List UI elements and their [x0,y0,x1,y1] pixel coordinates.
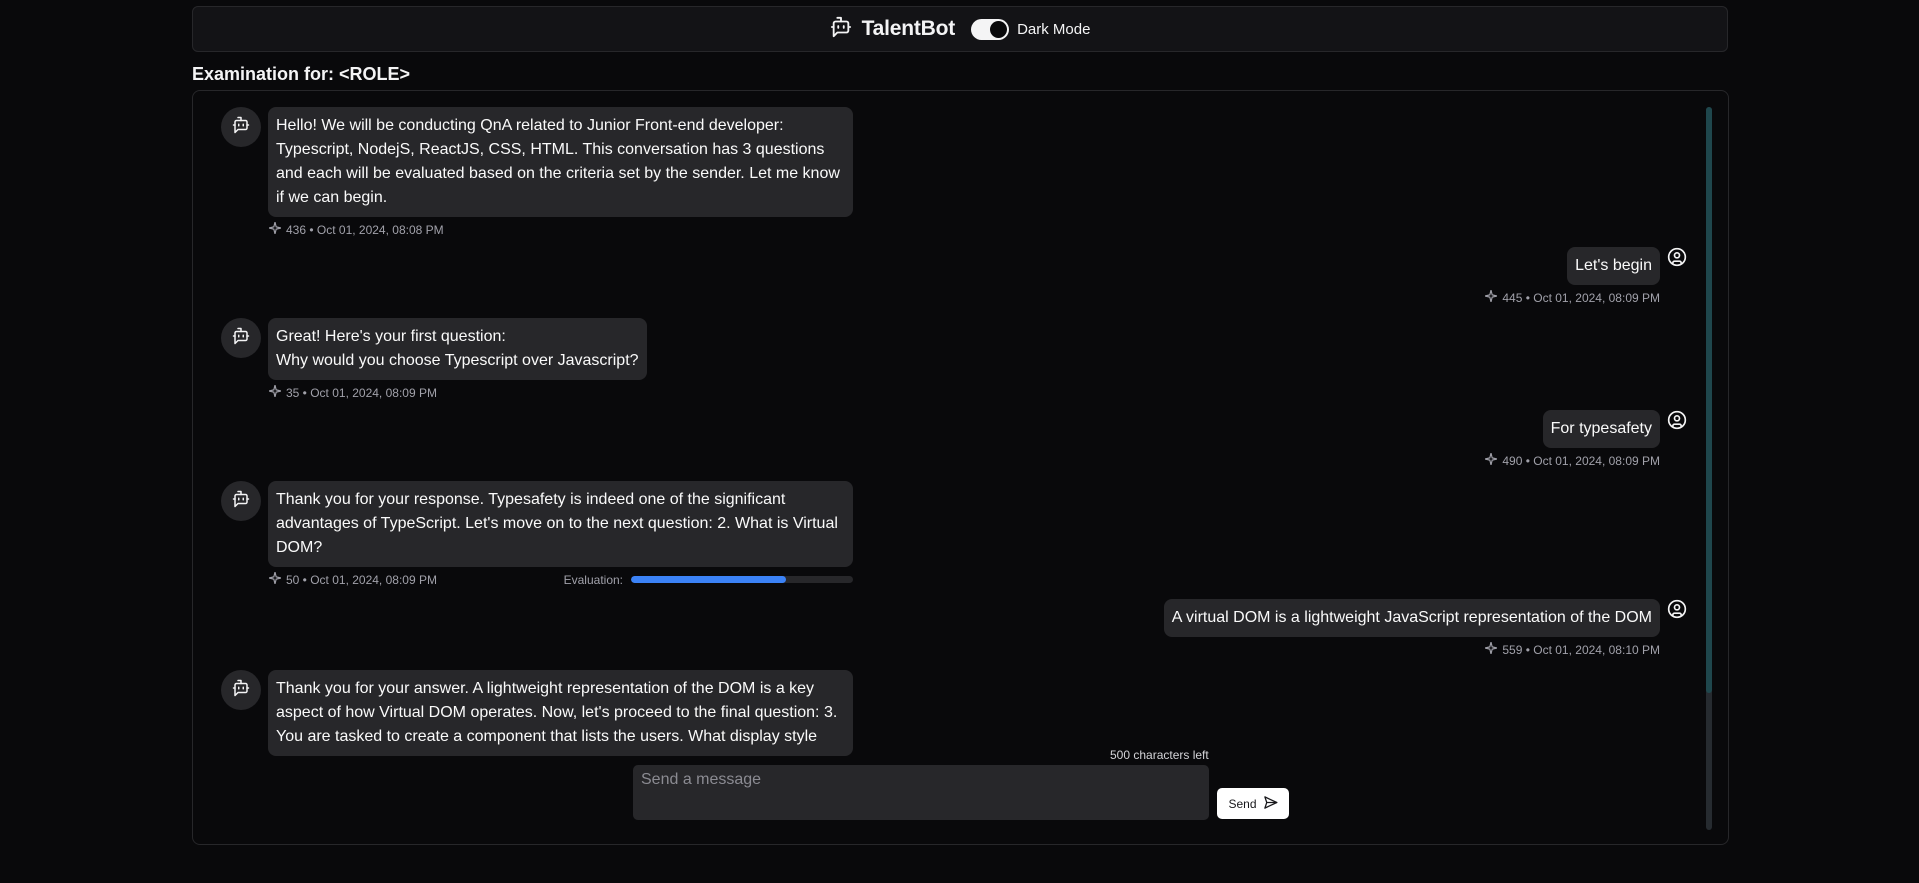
message-meta-text: 490 • Oct 01, 2024, 08:09 PM [1502,453,1660,468]
message-meta-text: 445 • Oct 01, 2024, 08:09 PM [1502,290,1660,305]
sparkle-icon [268,384,282,401]
user-message: Let's begin 445 • Oct 01, 2024, 08:09 PM [221,247,1689,306]
evaluation-label: Evaluation: [563,572,623,587]
evaluation-progress-fill [631,576,787,583]
send-icon [1263,795,1278,813]
user-avatar-icon [1665,410,1689,430]
sparkle-icon [1484,641,1498,658]
bot-message-icon [232,116,250,139]
message-meta: 559 • Oct 01, 2024, 08:10 PM [1484,641,1660,658]
message-meta: 50 • Oct 01, 2024, 08:09 PM [268,571,437,588]
toggle-knob [990,20,1008,38]
bot-avatar [221,107,261,147]
bot-avatar [221,318,261,358]
sparkle-icon [1484,452,1498,469]
chat-panel: Hello! We will be conducting QnA related… [192,90,1729,845]
user-avatar-icon [1665,599,1689,619]
bot-message: Great! Here's your first question: Why w… [221,318,1689,401]
sparkle-icon [268,221,282,238]
message-meta: 35 • Oct 01, 2024, 08:09 PM [268,384,647,401]
bot-message-icon [232,679,250,702]
bot-message-icon [232,327,250,350]
message-meta-text: 35 • Oct 01, 2024, 08:09 PM [286,385,437,400]
message-input[interactable] [633,765,1209,820]
message-bubble: Hello! We will be conducting QnA related… [268,107,853,217]
send-label: Send [1228,796,1257,811]
bot-avatar [221,670,261,710]
message-meta: 436 • Oct 01, 2024, 08:08 PM [268,221,853,238]
user-message: For typesafety 490 • Oct 01, 2024, 08:09… [221,410,1689,469]
brand: TalentBot [830,16,955,43]
user-avatar-icon [1665,247,1689,267]
message-bubble: Let's begin [1567,247,1660,285]
bot-message: Hello! We will be conducting QnA related… [221,107,1689,238]
user-message: A virtual DOM is a lightweight JavaScrip… [221,599,1689,658]
sparkle-icon [1484,289,1498,306]
send-button[interactable]: Send [1217,788,1289,819]
evaluation: Evaluation: [564,573,853,587]
chat-scrollbar[interactable] [1706,107,1712,830]
message-bubble: For typesafety [1542,410,1660,448]
sparkle-icon [268,571,282,588]
message-meta-text: 436 • Oct 01, 2024, 08:08 PM [286,222,444,237]
bot-avatar [221,481,261,521]
dark-mode-control: Dark Mode [971,18,1091,40]
message-meta-text: 50 • Oct 01, 2024, 08:09 PM [286,572,437,587]
message-meta: 445 • Oct 01, 2024, 08:09 PM [1484,289,1660,306]
dark-mode-label: Dark Mode [1017,20,1091,38]
bot-message: Thank you for your response. Typesafety … [221,481,1689,588]
dark-mode-toggle[interactable] [971,18,1010,40]
message-meta-text: 559 • Oct 01, 2024, 08:10 PM [1502,642,1660,657]
page-title: Examination for: <ROLE> [192,64,411,84]
bot-message-icon [830,16,852,43]
scrollbar-thumb[interactable] [1706,107,1712,693]
bot-message-icon [232,490,250,513]
message-bubble: Great! Here's your first question: Why w… [268,318,647,380]
message-bubble: A virtual DOM is a lightweight JavaScrip… [1163,599,1660,637]
bot-message: Thank you for your answer. A lightweight… [221,670,1689,756]
message-bubble: Thank you for your answer. A lightweight… [268,670,853,756]
app-header: TalentBot Dark Mode [192,6,1728,52]
evaluation-progress-bar [631,576,853,583]
char-counter: 500 characters left [1110,748,1209,762]
message-meta: 490 • Oct 01, 2024, 08:09 PM [1484,452,1660,469]
message-list[interactable]: Hello! We will be conducting QnA related… [221,107,1689,830]
app-title: TalentBot [861,17,956,40]
message-bubble: Thank you for your response. Typesafety … [268,481,853,567]
